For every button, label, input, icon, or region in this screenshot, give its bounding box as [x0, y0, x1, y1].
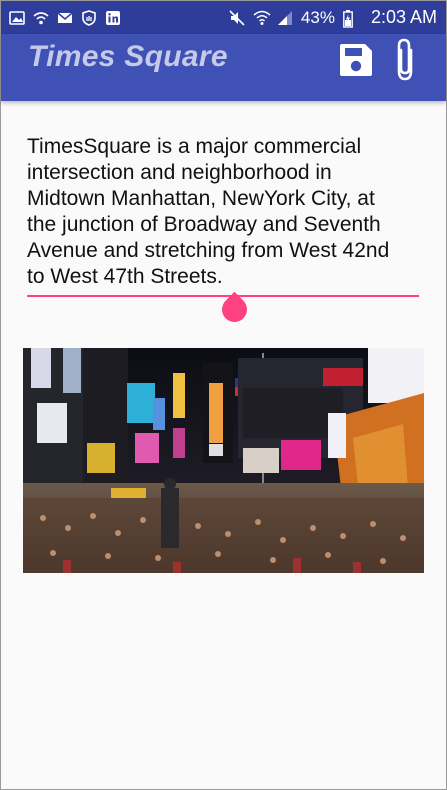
gallery-icon — [9, 10, 25, 26]
input-underline — [27, 295, 419, 297]
signal-icon — [277, 10, 293, 26]
app-title: Times Square — [28, 40, 228, 73]
linkedin-icon — [105, 10, 121, 26]
description-input[interactable]: TimesSquare is a major commercial inters… — [27, 134, 419, 290]
description-text: TimesSquare is a major commercial inters… — [27, 135, 390, 288]
save-icon — [338, 42, 374, 83]
app-bar: Times Square — [1, 34, 446, 101]
status-system: 43% 2:03 AM — [229, 7, 437, 28]
wifi-call-icon — [33, 10, 49, 26]
text-cursor-handle[interactable] — [222, 297, 247, 322]
status-bar: 43% 2:03 AM — [1, 1, 446, 34]
wifi-icon — [253, 10, 271, 26]
status-time: 2:03 AM — [370, 7, 437, 27]
status-notifications — [9, 9, 121, 26]
battery-icon — [343, 9, 359, 28]
save-button[interactable] — [336, 42, 376, 82]
shield-icon — [81, 9, 97, 26]
mute-icon — [229, 9, 245, 26]
battery-percent: 43% — [300, 7, 335, 27]
photo-illustration — [23, 348, 424, 573]
times-square-photo — [23, 348, 424, 573]
email-icon — [57, 10, 73, 26]
attach-icon — [392, 37, 418, 88]
attach-button[interactable] — [387, 38, 423, 86]
